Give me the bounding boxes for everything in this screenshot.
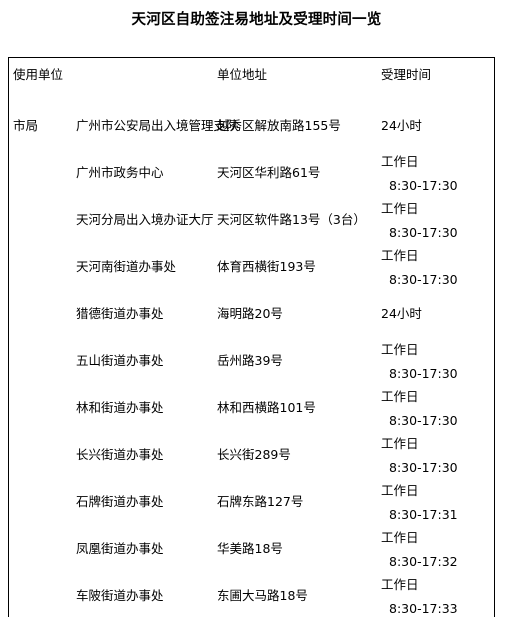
service-time-label: 工作日 [381, 248, 419, 263]
table-row: 市局 广州市公安局出入境管理支队 越秀区解放南路155号 24小时 [9, 104, 494, 151]
table-row: 广州市政务中心 天河区华利路61号 工作日 8:30-17:30 [9, 151, 494, 198]
cell-unit-name: 凤凰街道办事处 [76, 541, 164, 556]
cell-unit-address: 长兴街289号 [217, 447, 291, 462]
page-title: 天河区自助签注易地址及受理时间一览 [131, 12, 382, 28]
service-time-label: 工作日 [381, 389, 419, 404]
table-row: 五山街道办事处 岳州路39号 工作日 8:30-17:30 [9, 339, 494, 386]
cell-unit-name: 石牌街道办事处 [76, 494, 164, 509]
cell-service-time: 工作日 8:30-17:31 [381, 482, 493, 523]
cell-unit-address: 华美路18号 [217, 541, 283, 556]
cell-unit-address: 天河区软件路13号（3台） [217, 212, 366, 227]
service-time-label: 工作日 [381, 530, 419, 545]
cell-unit-name: 广州市政务中心 [76, 165, 164, 180]
service-time-hours: 8:30-17:30 [389, 460, 458, 475]
cell-service-time: 24小时 [381, 118, 422, 133]
cell-unit-address: 海明路20号 [217, 306, 283, 321]
table-row: 长兴街道办事处 长兴街289号 工作日 8:30-17:30 [9, 433, 494, 480]
cell-service-time: 工作日 8:30-17:30 [381, 341, 493, 382]
service-time-hours: 8:30-17:33 [389, 601, 458, 616]
table-header-row: 使用单位 单位地址 受理时间 [9, 58, 494, 105]
cell-unit-name: 车陂街道办事处 [76, 588, 164, 603]
column-header-time: 受理时间 [381, 67, 432, 82]
table-row: 凤凰街道办事处 华美路18号 工作日 8:30-17:32 [9, 527, 494, 574]
cell-unit-name: 长兴街道办事处 [76, 447, 164, 462]
service-time-hours: 8:30-17:30 [389, 272, 458, 287]
service-time-label: 工作日 [381, 201, 419, 216]
cell-unit-name: 林和街道办事处 [76, 400, 164, 415]
cell-unit-address: 林和西横路101号 [217, 400, 316, 415]
column-header-address: 单位地址 [217, 67, 268, 82]
cell-unit-address: 石牌东路127号 [217, 494, 304, 509]
cell-service-time: 工作日 8:30-17:30 [381, 435, 493, 476]
service-time-hours: 8:30-17:32 [389, 554, 458, 569]
service-time-hours: 8:30-17:31 [389, 507, 458, 522]
cell-unit-address: 体育西横街193号 [217, 259, 316, 274]
service-time-label: 工作日 [381, 342, 419, 357]
cell-service-time: 24小时 [381, 306, 422, 321]
service-time-label: 工作日 [381, 577, 419, 592]
table-row: 天河分局出入境办证大厅 天河区软件路13号（3台） 工作日 8:30-17:30 [9, 198, 494, 245]
cell-unit-name: 广州市公安局出入境管理支队 [76, 118, 239, 133]
table-row: 天河南街道办事处 体育西横街193号 工作日 8:30-17:30 [9, 245, 494, 292]
cell-unit-name: 天河分局出入境办证大厅 [76, 212, 214, 227]
service-time-hours: 8:30-17:30 [389, 413, 458, 428]
cell-unit-name: 五山街道办事处 [76, 353, 164, 368]
table-row: 猎德街道办事处 海明路20号 24小时 [9, 292, 494, 339]
table-row: 车陂街道办事处 东圃大马路18号 工作日 8:30-17:33 [9, 574, 494, 617]
service-time-hours: 8:30-17:30 [389, 366, 458, 381]
service-time-label: 工作日 [381, 436, 419, 451]
cell-organization: 市局 [13, 118, 39, 133]
table-row: 石牌街道办事处 石牌东路127号 工作日 8:30-17:31 [9, 480, 494, 527]
cell-unit-address: 天河区华利路61号 [217, 165, 321, 180]
cell-service-time: 工作日 8:30-17:30 [381, 200, 493, 241]
column-header-org: 使用单位 [13, 67, 64, 82]
table-row: 林和街道办事处 林和西横路101号 工作日 8:30-17:30 [9, 386, 494, 433]
cell-service-time: 工作日 8:30-17:32 [381, 529, 493, 570]
service-time-hours: 8:30-17:30 [389, 225, 458, 240]
service-time-hours: 8:30-17:30 [389, 178, 458, 193]
service-time-label: 工作日 [381, 154, 419, 169]
cell-unit-address: 东圃大马路18号 [217, 588, 308, 603]
cell-unit-address: 越秀区解放南路155号 [217, 118, 341, 133]
service-time-label: 工作日 [381, 483, 419, 498]
cell-service-time: 工作日 8:30-17:30 [381, 153, 493, 194]
schedule-table: 使用单位 单位地址 受理时间市局 广州市公安局出入境管理支队 越秀区解放南路155号 24… [8, 57, 495, 617]
cell-unit-name: 天河南街道办事处 [76, 259, 177, 274]
cell-unit-address: 岳州路39号 [217, 353, 283, 368]
cell-unit-name: 猎德街道办事处 [76, 306, 164, 321]
cell-service-time: 工作日 8:30-17:30 [381, 388, 493, 429]
cell-service-time: 工作日 8:30-17:30 [381, 247, 493, 288]
